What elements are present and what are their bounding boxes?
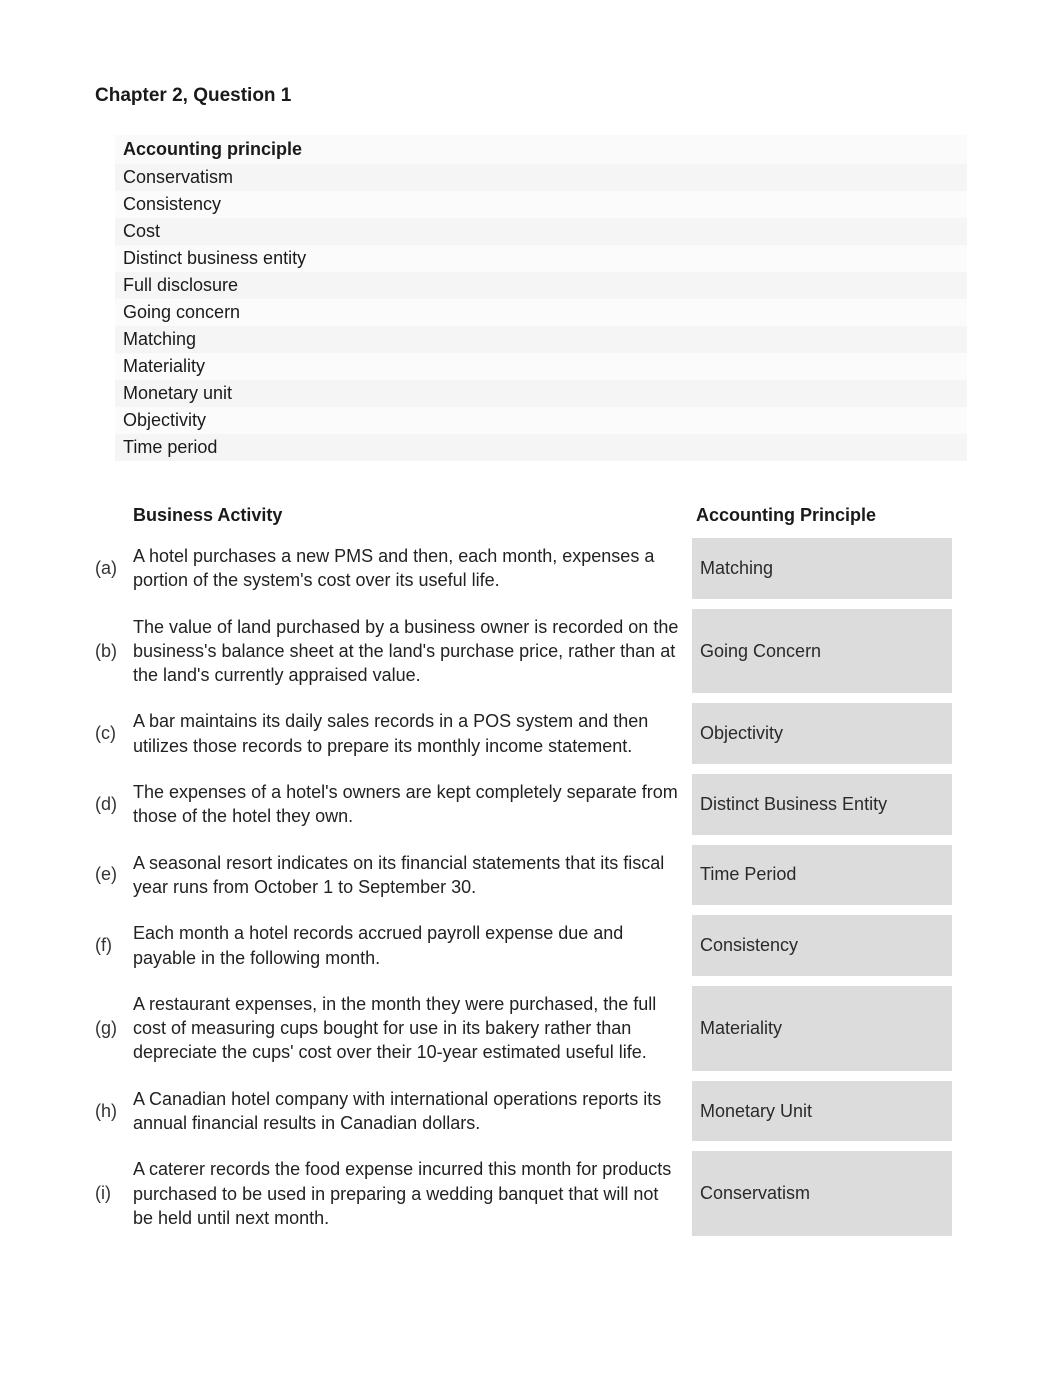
question-activity: A seasonal resort indicates on its finan… xyxy=(133,845,688,906)
question-answer: Matching xyxy=(692,538,952,599)
question-answer: Monetary Unit xyxy=(692,1081,952,1142)
question-answer: Objectivity xyxy=(692,703,952,764)
principle-item: Monetary unit xyxy=(115,380,967,407)
question-answer: Time Period xyxy=(692,845,952,906)
question-label: (c) xyxy=(95,703,133,764)
question-answer: Consistency xyxy=(692,915,952,976)
principle-item: Materiality xyxy=(115,353,967,380)
question-row: (h) A Canadian hotel company with intern… xyxy=(95,1081,967,1142)
principle-item: Matching xyxy=(115,326,967,353)
question-activity: A hotel purchases a new PMS and then, ea… xyxy=(133,538,688,599)
question-activity: A restaurant expenses, in the month they… xyxy=(133,986,688,1071)
question-label: (d) xyxy=(95,774,133,835)
principle-item: Objectivity xyxy=(115,407,967,434)
question-answer: Distinct Business Entity xyxy=(692,774,952,835)
question-label: (a) xyxy=(95,538,133,599)
question-label: (i) xyxy=(95,1151,133,1236)
principle-item: Cost xyxy=(115,218,967,245)
question-answer: Materiality xyxy=(692,986,952,1071)
questions-section: Business Activity Accounting Principle (… xyxy=(95,499,967,1236)
question-label: (f) xyxy=(95,915,133,976)
question-answer: Conservatism xyxy=(692,1151,952,1236)
question-activity: The value of land purchased by a busines… xyxy=(133,609,688,694)
question-row: (d) The expenses of a hotel's owners are… xyxy=(95,774,967,835)
question-activity: A Canadian hotel company with internatio… xyxy=(133,1081,688,1142)
principle-item: Full disclosure xyxy=(115,272,967,299)
principle-item: Time period xyxy=(115,434,967,461)
question-label: (b) xyxy=(95,609,133,694)
question-activity: Each month a hotel records accrued payro… xyxy=(133,915,688,976)
question-label: (g) xyxy=(95,986,133,1071)
question-activity: A bar maintains its daily sales records … xyxy=(133,703,688,764)
principle-item: Distinct business entity xyxy=(115,245,967,272)
principle-item: Consistency xyxy=(115,191,967,218)
question-row: (f) Each month a hotel records accrued p… xyxy=(95,915,967,976)
question-row: (b) The value of land purchased by a bus… xyxy=(95,609,967,694)
question-header-row: Business Activity Accounting Principle xyxy=(95,499,967,532)
question-row: (a) A hotel purchases a new PMS and then… xyxy=(95,538,967,599)
question-activity: The expenses of a hotel's owners are kep… xyxy=(133,774,688,835)
principle-column-header: Accounting Principle xyxy=(692,499,952,532)
question-row: (i) A caterer records the food expense i… xyxy=(95,1151,967,1236)
principle-item: Going concern xyxy=(115,299,967,326)
page-title: Chapter 2, Question 1 xyxy=(95,85,967,107)
principles-list-section: Accounting principle Conservatism Consis… xyxy=(115,135,967,461)
question-activity: A caterer records the food expense incur… xyxy=(133,1151,688,1236)
principles-header: Accounting principle xyxy=(115,135,967,164)
question-row: (e) A seasonal resort indicates on its f… xyxy=(95,845,967,906)
question-label: (h) xyxy=(95,1081,133,1142)
question-row: (c) A bar maintains its daily sales reco… xyxy=(95,703,967,764)
question-row: (g) A restaurant expenses, in the month … xyxy=(95,986,967,1071)
label-spacer xyxy=(95,499,133,532)
question-label: (e) xyxy=(95,845,133,906)
activity-column-header: Business Activity xyxy=(133,499,688,532)
question-answer: Going Concern xyxy=(692,609,952,694)
principle-item: Conservatism xyxy=(115,164,967,191)
